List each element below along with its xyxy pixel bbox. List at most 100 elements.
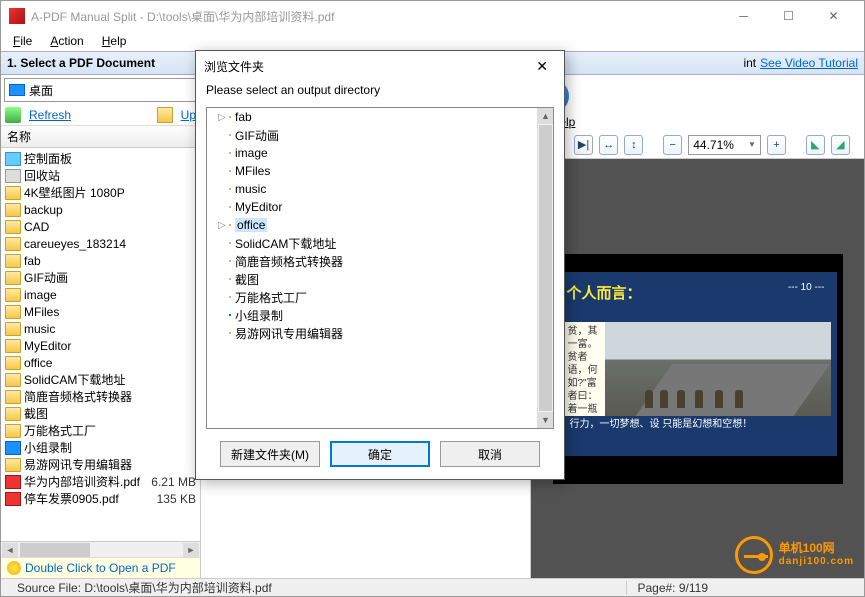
- tree-item[interactable]: GIF动画: [1, 269, 200, 286]
- fit-width-button[interactable]: ↔: [599, 135, 618, 155]
- tree-item[interactable]: fab: [1, 252, 200, 269]
- scroll-thumb[interactable]: [20, 543, 90, 557]
- dialog-tree-item[interactable]: 万能格式工厂: [207, 288, 537, 306]
- rotate-left-button[interactable]: ◣: [806, 135, 825, 155]
- dialog-tree-item[interactable]: ▷fab: [207, 108, 537, 126]
- dialog-tree-item[interactable]: GIF动画: [207, 126, 537, 144]
- refresh-link[interactable]: Refresh: [29, 108, 71, 122]
- tree-item[interactable]: 4K壁纸图片 1080P: [1, 184, 200, 201]
- fit-height-button[interactable]: ↕: [624, 135, 643, 155]
- tree-item-label: 停车发票0905.pdf: [24, 490, 119, 507]
- folder-icon: [229, 224, 231, 226]
- ok-button[interactable]: 确定: [330, 441, 430, 467]
- maximize-button[interactable]: ☐: [766, 1, 811, 31]
- tutorial-link[interactable]: See Video Tutorial: [760, 56, 858, 70]
- dialog-close-button[interactable]: ✕: [528, 54, 556, 79]
- up-link[interactable]: Up: [181, 108, 196, 122]
- minimize-button[interactable]: ─: [721, 1, 766, 31]
- folder-icon: [229, 296, 231, 298]
- dialog-tree-label: SolidCAM下载地址: [235, 235, 336, 252]
- tree-item[interactable]: 小组录制: [1, 439, 200, 456]
- file-size: 135 KB: [157, 492, 196, 506]
- dialog-tree-item[interactable]: 简鹿音频格式转换器: [207, 252, 537, 270]
- new-folder-button[interactable]: 新建文件夹(M): [220, 441, 320, 467]
- scroll-down-arrow[interactable]: ▼: [538, 412, 553, 428]
- tree-item[interactable]: 简鹿音频格式转换器: [1, 388, 200, 405]
- tree-item[interactable]: 华为内部培训资料.pdf6.21 MB: [1, 473, 200, 490]
- tip-row: Double Click to Open a PDF: [1, 557, 200, 578]
- dialog-tree-item[interactable]: 易游网讯专用编辑器: [207, 324, 537, 342]
- folder-icon: [5, 237, 21, 251]
- dialog-tree-label: 小组录制: [235, 307, 283, 324]
- preview-area[interactable]: 个人而言： --- 10 --- 贫，其一富。贫者语，何如?"富者曰： 着一瓶一…: [531, 159, 864, 578]
- dialog-tree-item[interactable]: ▷office: [207, 216, 537, 234]
- tree-item[interactable]: MFiles: [1, 303, 200, 320]
- scroll-thumb[interactable]: [539, 125, 552, 411]
- browse-folder-dialog: 浏览文件夹 ✕ Please select an output director…: [195, 50, 565, 480]
- menu-file[interactable]: File: [5, 32, 40, 50]
- tree-item[interactable]: 控制面板: [1, 150, 200, 167]
- column-header[interactable]: 名称: [1, 126, 200, 148]
- tree-item-label: MFiles: [24, 305, 59, 319]
- tree-item-label: 控制面板: [24, 150, 72, 167]
- tree-item[interactable]: careueyes_183214: [1, 235, 200, 252]
- tree-item-label: office: [24, 356, 52, 370]
- menu-action[interactable]: Action: [42, 32, 91, 50]
- dialog-tree[interactable]: ▷fabGIF动画image MFiles musicMyEditor▷office…: [206, 107, 554, 429]
- tree-item-label: music: [24, 322, 55, 336]
- tree-item[interactable]: 回收站: [1, 167, 200, 184]
- pdf-icon: [5, 492, 21, 506]
- scroll-up-arrow[interactable]: ▲: [538, 108, 553, 124]
- tree-item[interactable]: 万能格式工厂: [1, 422, 200, 439]
- zoom-in-button[interactable]: +: [767, 135, 786, 155]
- scroll-right-arrow[interactable]: ►: [183, 543, 199, 557]
- tree-item-label: SolidCAM下载地址: [24, 371, 125, 388]
- tree-item-label: MyEditor: [24, 339, 71, 353]
- tree-item[interactable]: 易游网讯专用编辑器: [1, 456, 200, 473]
- tree-item[interactable]: 截图: [1, 405, 200, 422]
- folder-icon: [5, 322, 21, 336]
- dialog-tree-item[interactable]: image: [207, 144, 537, 162]
- zoom-out-button[interactable]: −: [663, 135, 682, 155]
- tree-item-label: 易游网讯专用编辑器: [24, 456, 132, 473]
- tree-item[interactable]: CAD: [1, 218, 200, 235]
- file-tree[interactable]: 控制面板回收站4K壁纸图片 1080PbackupCADcareueyes_18…: [1, 148, 200, 541]
- cancel-button[interactable]: 取消: [440, 441, 540, 467]
- h-scrollbar[interactable]: ◄ ►: [1, 541, 200, 557]
- tree-item[interactable]: 停车发票0905.pdf 135 KB: [1, 490, 200, 507]
- scroll-left-arrow[interactable]: ◄: [2, 543, 18, 557]
- dialog-tree-item[interactable]: 小组录制: [207, 306, 537, 324]
- expand-icon[interactable]: ▷: [217, 220, 227, 231]
- statusbar: Source File: D:\tools\桌面\华为内部培训资料.pdf Pa…: [1, 578, 864, 596]
- dialog-tree-label: MFiles: [235, 164, 270, 178]
- dialog-tree-label: 简鹿音频格式转换器: [235, 253, 343, 270]
- dialog-tree-item[interactable]: MyEditor: [207, 198, 537, 216]
- tree-item[interactable]: office: [1, 354, 200, 371]
- close-button[interactable]: ✕: [811, 1, 856, 31]
- dialog-tree-item[interactable]: SolidCAM下载地址: [207, 234, 537, 252]
- tree-item-label: image: [24, 288, 57, 302]
- app-icon: [9, 8, 25, 24]
- tree-item[interactable]: MyEditor: [1, 337, 200, 354]
- dialog-tree-item[interactable]: MFiles: [207, 162, 537, 180]
- expand-icon[interactable]: ▷: [217, 112, 227, 123]
- folder-icon: [229, 242, 231, 244]
- zoom-select[interactable]: 44.71%▼: [688, 135, 761, 155]
- tree-item-label: 4K壁纸图片 1080P: [24, 184, 125, 201]
- step-right: int: [743, 56, 756, 70]
- dialog-tree-item[interactable]: 截图: [207, 270, 537, 288]
- path-text: 桌面: [29, 82, 53, 99]
- folder-icon: [229, 260, 231, 262]
- dialog-v-scrollbar[interactable]: ▲ ▼: [537, 108, 553, 428]
- menu-help[interactable]: Help: [94, 32, 135, 50]
- nav-last-button[interactable]: ▶|: [574, 135, 593, 155]
- tree-item[interactable]: backup: [1, 201, 200, 218]
- tree-item[interactable]: image: [1, 286, 200, 303]
- tree-item[interactable]: music: [1, 320, 200, 337]
- path-box[interactable]: 桌面: [4, 78, 197, 102]
- tree-item-label: 截图: [24, 405, 48, 422]
- tree-item[interactable]: SolidCAM下载地址: [1, 371, 200, 388]
- folder-icon: [5, 288, 21, 302]
- rotate-right-button[interactable]: ◢: [831, 135, 850, 155]
- dialog-tree-item[interactable]: music: [207, 180, 537, 198]
